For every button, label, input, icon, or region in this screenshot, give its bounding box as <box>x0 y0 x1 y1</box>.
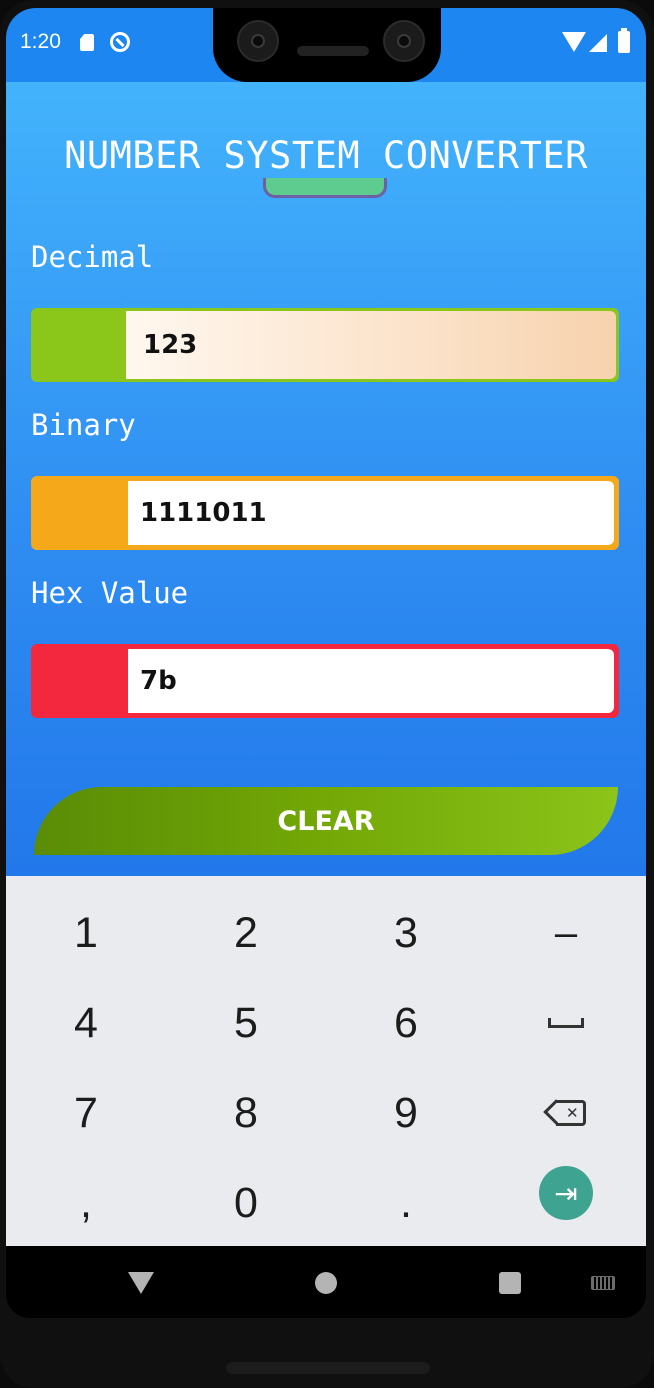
key-minus[interactable]: – <box>486 888 646 978</box>
back-icon[interactable] <box>128 1272 154 1294</box>
keyboard-switch-icon[interactable] <box>591 1276 615 1290</box>
bottom-speaker-grille <box>226 1362 430 1374</box>
clear-button[interactable]: CLEAR <box>34 787 618 855</box>
key-5[interactable]: 5 <box>166 978 326 1068</box>
next-button[interactable]: ⇥ <box>539 1166 593 1220</box>
front-sensor-icon <box>383 20 425 62</box>
page-title: NUMBER SYSTEM CONVERTER <box>64 134 588 177</box>
status-bar: 1:20 <box>6 8 646 82</box>
next-icon: ⇥ <box>554 1176 578 1210</box>
status-time: 1:20 <box>20 30 61 53</box>
key-period[interactable]: . <box>326 1158 486 1248</box>
key-2[interactable]: 2 <box>166 888 326 978</box>
key-8[interactable]: 8 <box>166 1068 326 1158</box>
decimal-field[interactable]: 123 <box>31 308 619 382</box>
decimal-input[interactable]: 123 <box>126 311 616 379</box>
decimal-color-swatch <box>34 311 126 379</box>
camera-notch <box>213 8 441 82</box>
key-4[interactable]: 4 <box>6 978 166 1068</box>
earpiece-speaker <box>297 46 369 56</box>
signal-icon <box>589 34 607 52</box>
phone-screen: 1:20 NUMBER SYSTEM CONVERTER Decimal 123… <box>6 8 646 1318</box>
phone-frame: 1:20 NUMBER SYSTEM CONVERTER Decimal 123… <box>0 0 654 1388</box>
navigation-bar <box>6 1246 646 1318</box>
sd-card-icon <box>80 34 94 51</box>
front-camera-icon <box>237 20 279 62</box>
key-comma[interactable]: , <box>6 1158 166 1248</box>
do-not-disturb-icon <box>110 32 130 52</box>
numeric-keyboard: 1 2 3 – 4 5 6 7 8 9 ✕ , 0 . ⇥ <box>6 876 646 1246</box>
key-3[interactable]: 3 <box>326 888 486 978</box>
key-backspace[interactable]: ✕ <box>486 1068 646 1158</box>
battery-icon <box>618 28 630 53</box>
key-9[interactable]: 9 <box>326 1068 486 1158</box>
binary-field[interactable]: 1111011 <box>31 476 619 550</box>
home-icon[interactable] <box>315 1272 337 1294</box>
space-icon <box>548 1018 584 1028</box>
backspace-icon: ✕ <box>543 1099 586 1126</box>
hex-field[interactable]: 7b <box>31 644 619 718</box>
binary-color-swatch <box>36 481 128 545</box>
decimal-label: Decimal <box>31 240 154 274</box>
hex-color-swatch <box>36 649 128 713</box>
decorative-pill <box>263 178 387 198</box>
key-6[interactable]: 6 <box>326 978 486 1068</box>
hex-input[interactable]: 7b <box>128 649 614 713</box>
key-space[interactable] <box>486 978 646 1068</box>
converter-screen: NUMBER SYSTEM CONVERTER Decimal 123 Bina… <box>6 82 646 876</box>
key-1[interactable]: 1 <box>6 888 166 978</box>
key-0[interactable]: 0 <box>166 1158 326 1248</box>
hex-label: Hex Value <box>31 576 189 610</box>
binary-label: Binary <box>31 408 136 442</box>
wifi-icon <box>562 32 586 52</box>
key-next[interactable]: ⇥ <box>486 1148 646 1238</box>
recents-icon[interactable] <box>499 1272 521 1294</box>
binary-input[interactable]: 1111011 <box>128 481 614 545</box>
key-7[interactable]: 7 <box>6 1068 166 1158</box>
